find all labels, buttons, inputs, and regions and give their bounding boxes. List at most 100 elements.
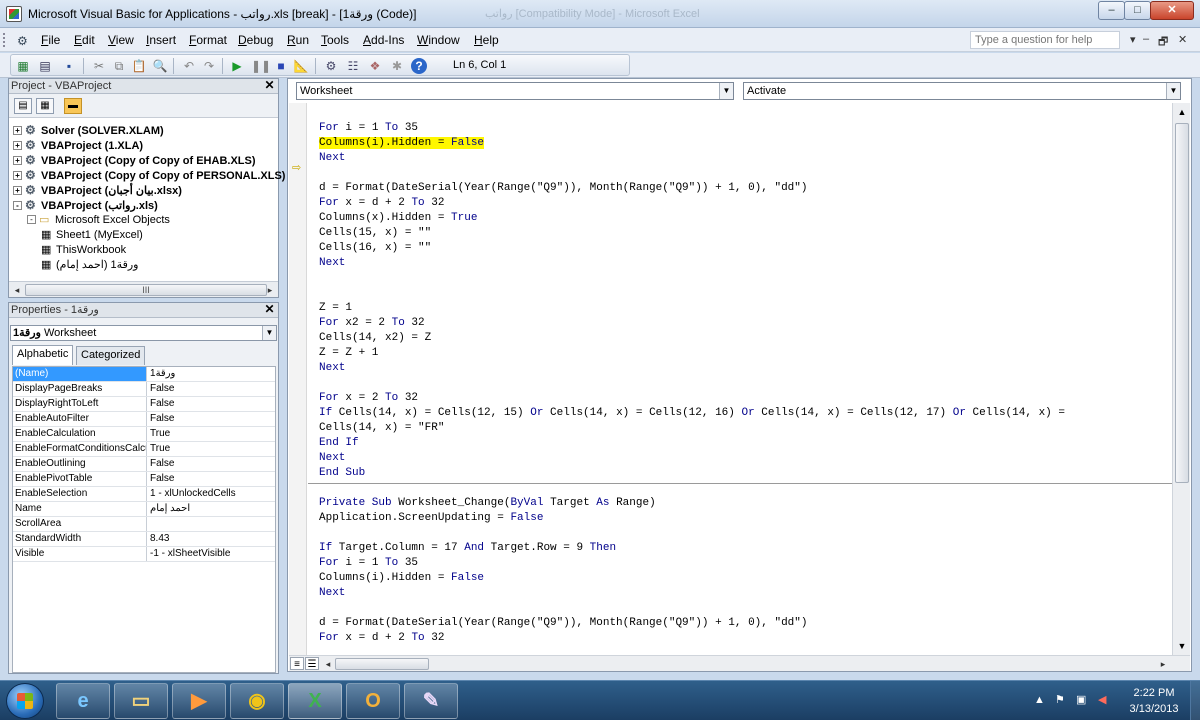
volume-icon[interactable]: ◀ xyxy=(1098,694,1106,706)
project-horizontal-scrollbar[interactable]: ◂ III ▸ xyxy=(9,281,278,297)
project-explorer-close-button[interactable]: ✕ xyxy=(263,79,276,92)
horizontal-scrollbar-thumb[interactable] xyxy=(335,658,429,670)
properties-close-button[interactable]: ✕ xyxy=(263,303,276,316)
chevron-down-icon[interactable]: ▼ xyxy=(262,326,276,340)
close-button[interactable]: ✕ xyxy=(1150,1,1194,20)
insert-module-icon[interactable]: ▤ xyxy=(37,58,53,74)
break-icon[interactable]: ❚❚ xyxy=(251,58,271,74)
menu-insert[interactable]: Insert xyxy=(146,33,176,47)
expand-icon[interactable]: + xyxy=(13,171,22,180)
property-row[interactable]: ScrollArea xyxy=(13,517,275,532)
redo-icon[interactable]: ↷ xyxy=(201,58,217,74)
chevron-down-icon[interactable]: ▼ xyxy=(1166,83,1180,99)
property-row[interactable]: DisplayRightToLeft False xyxy=(13,397,275,412)
reset-icon[interactable]: ■ xyxy=(273,58,289,74)
outlook-icon[interactable]: O xyxy=(346,683,400,719)
vba-menu-icon[interactable]: ⚙ xyxy=(17,34,33,48)
scrollbar-thumb[interactable]: III xyxy=(25,284,267,296)
design-mode-icon[interactable]: 📐 xyxy=(293,58,309,74)
property-row[interactable]: EnableCalculation True xyxy=(13,427,275,442)
undo-icon[interactable]: ↶ xyxy=(181,58,197,74)
expand-icon[interactable]: + xyxy=(13,156,22,165)
media-player-icon[interactable]: ▶ xyxy=(172,683,226,719)
expand-icon[interactable]: + xyxy=(13,126,22,135)
help-search-input[interactable]: Type a question for help xyxy=(970,31,1120,49)
toolbox-icon[interactable]: ✱ xyxy=(389,58,405,74)
menu-window[interactable]: Window xyxy=(417,33,460,47)
start-button[interactable] xyxy=(6,683,44,719)
project-tree-item[interactable]: ▦ Sheet1 (MyExcel) xyxy=(41,228,143,243)
show-desktop-button[interactable] xyxy=(1190,681,1200,720)
scroll-down-icon[interactable]: ▼ xyxy=(1175,639,1189,653)
property-value[interactable]: 1 - xlUnlockedCells xyxy=(148,487,275,501)
collapse-icon[interactable]: - xyxy=(27,215,36,224)
help-dropdown-icon[interactable]: ▾ xyxy=(1130,33,1136,46)
help-icon[interactable]: ? xyxy=(411,58,427,74)
chrome-icon[interactable]: ◉ xyxy=(230,683,284,719)
scroll-right-icon[interactable]: ▸ xyxy=(1156,657,1170,671)
property-row[interactable]: EnableFormatConditionsCalculationTrue xyxy=(13,442,275,457)
excel-icon[interactable]: X xyxy=(288,683,342,719)
property-value[interactable]: False xyxy=(148,457,275,471)
project-tree-item[interactable]: ▦ ورقة1 (احمد إمام) xyxy=(41,258,138,273)
view-code-button[interactable]: ▤ xyxy=(14,98,32,114)
project-tree-item[interactable]: + ⚙ Solver (SOLVER.XLAM) xyxy=(13,123,164,138)
menu-tools[interactable]: Tools xyxy=(321,33,349,47)
property-value[interactable]: False xyxy=(148,412,275,426)
property-value[interactable]: False xyxy=(148,472,275,486)
property-row[interactable]: Name احمد إمام xyxy=(13,502,275,517)
clock-date[interactable]: 3/13/2013 xyxy=(1124,703,1184,715)
code-vertical-scrollbar[interactable]: ▲ ▼ xyxy=(1172,103,1190,655)
find-icon[interactable]: 🔍 xyxy=(152,58,168,74)
object-browser-icon[interactable]: ❖ xyxy=(367,58,383,74)
paint-icon[interactable]: ✎ xyxy=(404,683,458,719)
project-tree-item[interactable]: - ⚙ VBAProject (رواتب.xls) xyxy=(13,198,158,213)
save-icon[interactable]: ▪ xyxy=(61,58,77,74)
child-close-button[interactable]: ✕ xyxy=(1178,33,1187,46)
property-value[interactable]: False xyxy=(148,397,275,411)
menu-help[interactable]: Help xyxy=(474,33,499,47)
project-explorer-icon[interactable]: ⚙ xyxy=(323,58,339,74)
file-explorer-icon[interactable]: ▭ xyxy=(114,683,168,719)
collapse-icon[interactable]: - xyxy=(13,201,22,210)
property-row[interactable]: EnableOutlining False xyxy=(13,457,275,472)
clock-time[interactable]: 2:22 PM xyxy=(1128,687,1180,699)
child-minimize-button[interactable]: – xyxy=(1143,33,1149,45)
excel-icon[interactable]: ▦ xyxy=(15,58,31,74)
property-value[interactable]: False xyxy=(148,382,275,396)
menu-edit[interactable]: Edit xyxy=(74,33,95,47)
property-row[interactable]: Visible -1 - xlSheetVisible xyxy=(13,547,275,562)
vba-app-icon[interactable] xyxy=(6,6,22,22)
maximize-button[interactable]: □ xyxy=(1124,1,1151,20)
expand-icon[interactable]: + xyxy=(13,141,22,150)
view-object-button[interactable]: ▦ xyxy=(36,98,54,114)
property-row[interactable]: EnablePivotTable False xyxy=(13,472,275,487)
object-selector-dropdown[interactable]: ورقة1 Worksheet ▼ xyxy=(10,325,277,341)
copy-icon[interactable]: ⧉ xyxy=(111,58,127,74)
show-hidden-icons-icon[interactable]: ▲ xyxy=(1034,694,1045,706)
scroll-up-icon[interactable]: ▲ xyxy=(1175,105,1189,119)
vertical-scrollbar-thumb[interactable] xyxy=(1175,123,1189,483)
procedure-view-button[interactable]: ≡ xyxy=(290,657,304,670)
margin-indicator-bar[interactable]: ⇨ xyxy=(289,103,307,655)
action-center-icon[interactable]: ⚑ xyxy=(1055,694,1065,706)
property-value[interactable]: -1 - xlSheetVisible xyxy=(148,547,275,561)
project-tree-item[interactable]: + ⚙ VBAProject (بيان أجبان.xlsx) xyxy=(13,183,182,198)
project-tree-item[interactable]: - ▭ Microsoft Excel Objects xyxy=(27,213,170,228)
cut-icon[interactable]: ✂ xyxy=(91,58,107,74)
project-tree-item[interactable]: + ⚙ VBAProject (1.XLA) xyxy=(13,138,143,153)
property-row[interactable]: EnableSelection 1 - xlUnlockedCells xyxy=(13,487,275,502)
menu-format[interactable]: Format xyxy=(189,33,227,47)
property-value[interactable]: احمد إمام xyxy=(148,502,275,516)
paste-icon[interactable]: 📋 xyxy=(131,58,147,74)
project-tree-item[interactable]: + ⚙ VBAProject (Copy of Copy of PERSONAL.X… xyxy=(13,168,285,183)
property-value[interactable] xyxy=(148,517,275,531)
code-editor[interactable]: For i = 1 To 35 Columns(i).Hidden = False… xyxy=(308,103,1172,655)
toggle-folders-button[interactable]: ▬ xyxy=(64,98,82,114)
property-value[interactable]: 8.43 xyxy=(148,532,275,546)
scroll-right-icon[interactable]: ▸ xyxy=(263,283,277,297)
internet-explorer-icon[interactable]: e xyxy=(56,683,110,719)
chevron-down-icon[interactable]: ▼ xyxy=(719,83,733,99)
project-tree-item[interactable]: ▦ ThisWorkbook xyxy=(41,243,126,258)
menu-run[interactable]: Run xyxy=(287,33,309,47)
